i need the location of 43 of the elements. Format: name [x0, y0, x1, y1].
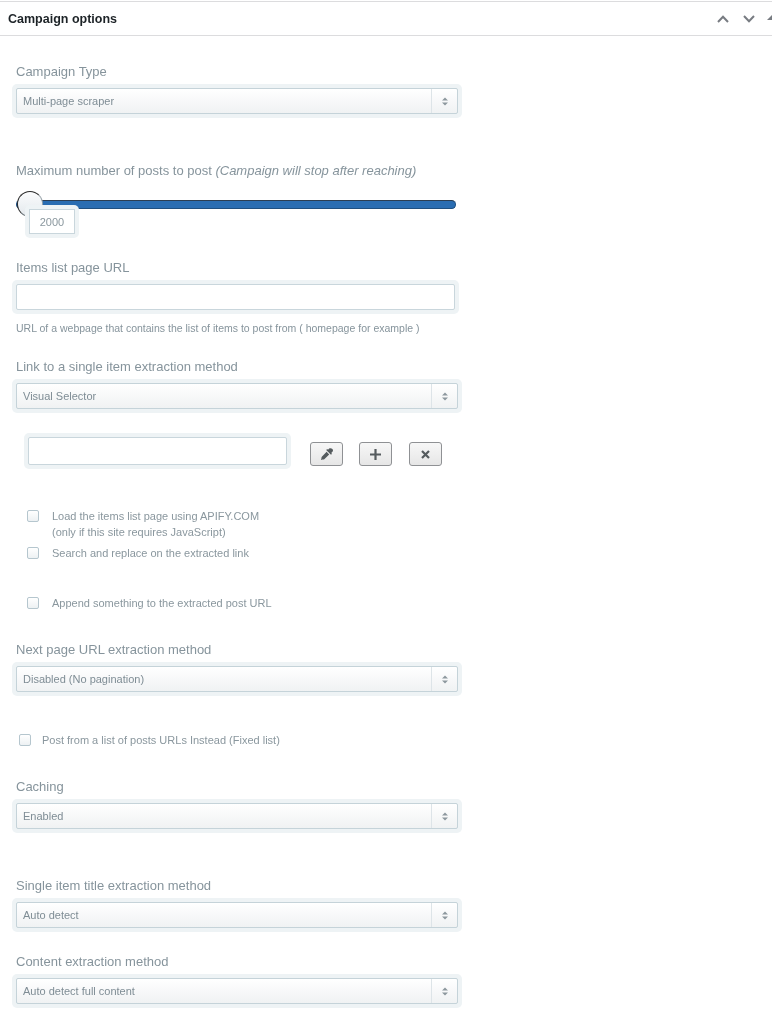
field-label: Content extraction method [16, 954, 169, 970]
up-down-arrows-icon [441, 986, 448, 996]
checkbox-note: (only if this site requires JavaScript) [52, 525, 226, 540]
url-input-field[interactable] [12, 280, 459, 314]
up-down-arrows-icon [441, 910, 448, 920]
up-down-arrows-icon [441, 391, 448, 401]
field-hint: URL of a webpage that contains the list of items to post from ( homepage for example ) [16, 321, 420, 335]
selector-input-field[interactable] [24, 433, 291, 469]
select-field[interactable]: Multi-page scraper [12, 84, 462, 118]
pick-element-button[interactable] [310, 442, 343, 466]
select-field[interactable]: Auto detect [12, 898, 462, 932]
chevron-down-icon[interactable] [743, 14, 755, 23]
checkbox-label: Append something to the extracted post URL [52, 596, 272, 611]
up-down-arrows-icon [441, 674, 448, 684]
checkbox-label: Load the items list page using APIFY.COM [52, 509, 260, 524]
field-label: Caching [16, 779, 64, 795]
checkbox[interactable] [27, 597, 39, 609]
up-down-arrows-icon [441, 96, 448, 106]
chevron-up-icon[interactable] [717, 14, 729, 23]
checkbox-label: Post from a list of posts URLs Instead (Fixed list) [42, 733, 280, 748]
checkbox-label: Search and replace on the extracted link [52, 546, 249, 561]
eyedropper-icon [320, 448, 333, 460]
plus-icon [370, 448, 381, 460]
field-label: Items list page URL [16, 260, 130, 276]
cross-icon [421, 449, 430, 459]
select-field[interactable]: Visual Selector [12, 379, 462, 413]
field-label: Single item title extraction method [16, 878, 212, 894]
panel-title: Campaign options [8, 11, 118, 26]
slider-value-label: 2000 [25, 205, 79, 238]
field-label: Maximum number of posts to post (Campaign will stop after reaching) [16, 163, 417, 179]
add-button[interactable] [359, 442, 392, 466]
checkbox[interactable] [27, 510, 39, 522]
field-label: Next page URL extraction method [16, 642, 212, 658]
up-down-arrows-icon [441, 811, 448, 821]
remove-button[interactable] [409, 442, 442, 466]
triangle-icon[interactable] [767, 14, 772, 20]
field-label: Campaign Type [16, 64, 107, 80]
select-field[interactable]: Disabled (No pagination) [12, 662, 462, 696]
select-field[interactable]: Auto detect full content [12, 974, 462, 1008]
checkbox[interactable] [19, 734, 31, 746]
checkbox[interactable] [27, 547, 39, 559]
select-field[interactable]: Enabled [12, 799, 462, 833]
field-label: Link to a single item extraction method [16, 359, 238, 375]
